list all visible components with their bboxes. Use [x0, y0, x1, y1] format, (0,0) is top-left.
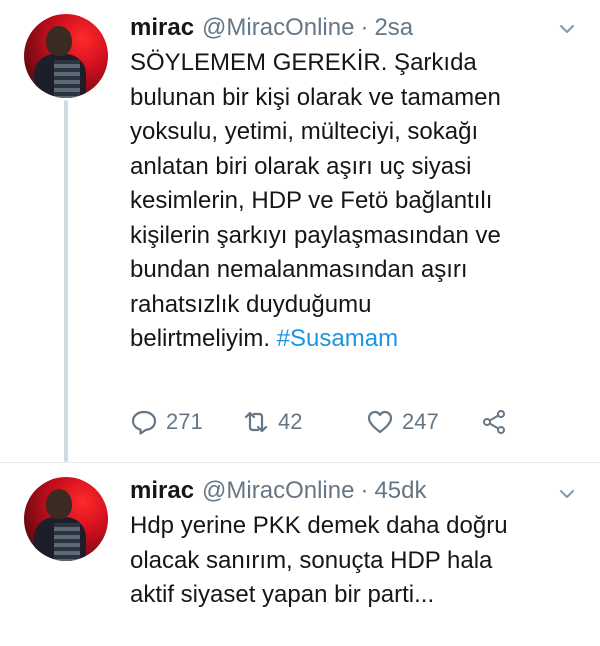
share-button[interactable] [480, 408, 508, 436]
tweet-text-line: kişilerin şarkıyı paylaşmasından ve [130, 221, 501, 249]
tweet-header: mirac @MiracOnline · 2sa [130, 14, 413, 42]
tweet-text-line: anlatan biri olarak aşırı uç siyasi [130, 152, 472, 180]
retweet-count: 42 [278, 409, 303, 434]
tweet-text-line: olacak sanırım, sonuçta HDP hala [130, 546, 493, 574]
reply-count: 271 [166, 409, 203, 434]
chevron-down-icon[interactable] [556, 483, 578, 505]
timestamp[interactable]: 2sa [374, 14, 413, 42]
like-count: 247 [402, 409, 439, 434]
tweet-text: Hdp yerine PKK demek daha doğru olacak s… [130, 509, 580, 613]
user-handle[interactable]: @MiracOnline [202, 14, 354, 42]
timestamp[interactable]: 45dk [374, 477, 426, 505]
tweet-text-line: SÖYLEMEM GEREKİR. Şarkıda [130, 49, 477, 76]
share-icon [483, 410, 505, 434]
tweet-text-line-last: belirtmeliyim. #Susamam [130, 322, 580, 357]
tweet-2[interactable]: mirac @MiracOnline · 45dk Hdp yerine PKK… [0, 463, 600, 646]
retweet-icon [244, 411, 268, 433]
tweet-actions: 271 42 247 [130, 408, 508, 436]
chevron-down-icon[interactable] [556, 18, 578, 40]
display-name[interactable]: mirac [130, 477, 194, 505]
user-handle[interactable]: @MiracOnline [202, 477, 354, 505]
tweet-text-tail: belirtmeliyim. [130, 325, 271, 352]
tweet-text-line: yoksulu, yetimi, mülteciyi, sokağı [130, 118, 479, 145]
tweet-text-line: rahatsızlık duyduğumu [130, 290, 372, 318]
separator-dot: · [360, 14, 369, 41]
reply-button[interactable]: 271 [130, 408, 242, 436]
tweet-text-line: bulunan bir kişi olarak ve tamamen [130, 83, 501, 111]
reply-icon [131, 410, 157, 435]
tweet-text: SÖYLEMEM GEREKİR. Şarkıda bulunan bir ki… [130, 46, 580, 357]
hashtag-link[interactable]: #Susamam [277, 325, 398, 352]
display-name[interactable]: mirac [130, 14, 194, 42]
tweet-header: mirac @MiracOnline · 45dk [130, 477, 427, 505]
tweet-text-line: bundan nemalanmasından aşırı [130, 256, 468, 283]
retweet-button[interactable]: 42 [242, 408, 366, 436]
thread-line [64, 100, 68, 462]
tweet-text-line: Hdp yerine PKK demek daha doğru [130, 512, 508, 539]
avatar[interactable] [24, 14, 108, 98]
like-icon [367, 410, 393, 434]
tweet-text-line: kesimlerin, HDP ve Fetö bağlantılı [130, 187, 493, 214]
avatar[interactable] [24, 477, 108, 561]
tweet-text-line: aktif siyaset yapan bir parti... [130, 581, 435, 608]
like-button[interactable]: 247 [366, 408, 480, 436]
tweet-1[interactable]: mirac @MiracOnline · 2sa SÖYLEMEM GEREKİ… [0, 0, 600, 462]
separator-dot: · [360, 477, 369, 504]
